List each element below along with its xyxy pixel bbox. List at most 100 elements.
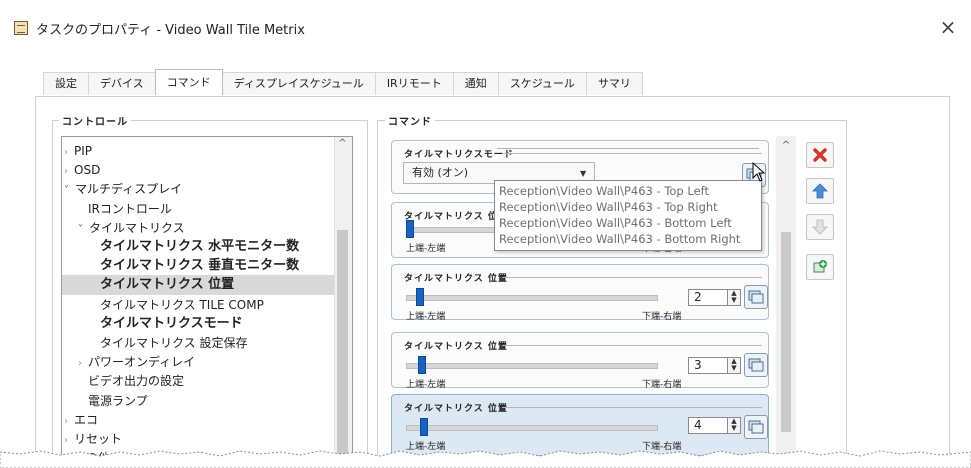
arrow-up-icon — [812, 183, 828, 199]
tree-item-label: IRコントロール — [88, 201, 172, 216]
tree-item[interactable]: ビデオ出力の設定 — [62, 371, 350, 391]
tab-devices[interactable]: デバイス — [88, 72, 156, 95]
device-tooltip: Reception\Video Wall\P463 - Top Left Rec… — [494, 180, 762, 251]
tab-summary[interactable]: サマリ — [585, 72, 643, 95]
send-icon — [748, 358, 764, 372]
tree-item[interactable]: ˅ マルチディスプレイ — [62, 179, 336, 199]
slider-min-label: 上端-左端 — [406, 244, 446, 254]
position-spin-button[interactable]: ▲ ▼ — [727, 417, 741, 434]
position-spin-button[interactable]: ▲ ▼ — [727, 289, 741, 306]
tree-item[interactable]: タイルマトリクス 垂直モニター数 — [62, 256, 352, 276]
tree-item[interactable]: › OSD — [62, 160, 336, 180]
tree-item-label: タイルマトリクス 設定保存 — [100, 336, 248, 350]
position-slider-thumb[interactable] — [416, 288, 424, 306]
position-card-title: タイルマトリクス 位置 — [404, 274, 508, 284]
tab-ir-remote[interactable]: IRリモート — [374, 72, 454, 95]
tree-item-label: タイルマトリクス 垂直モニター数 — [100, 258, 300, 274]
command-group-label: コマンド — [385, 113, 435, 128]
red-x-icon — [813, 148, 827, 162]
tree-item[interactable]: › パワーオンディレイ — [62, 352, 350, 372]
tree-item-label: タイルマトリクス 水平モニター数 — [100, 239, 300, 254]
tree-item-label: タイルマトリクスモード — [100, 315, 243, 331]
card-divider — [502, 277, 762, 278]
position-command-card[interactable]: タイルマトリクス 位置 上端-左端 下端-右端 2 ▲ ▼ — [391, 264, 769, 322]
position-slider-thumb[interactable] — [420, 418, 428, 436]
card-divider — [502, 407, 762, 408]
position-slider-thumb[interactable] — [418, 356, 426, 374]
move-up-button[interactable] — [806, 178, 834, 204]
tree-item[interactable]: › PIP — [62, 141, 336, 161]
position-send-button[interactable] — [744, 415, 768, 439]
position-value-input[interactable]: 3 — [688, 357, 730, 374]
task-properties-icon — [14, 21, 28, 35]
add-icon — [813, 260, 827, 273]
position-send-button[interactable] — [744, 353, 768, 377]
position-send-button[interactable] — [744, 285, 768, 309]
tooltip-line: Reception\Video Wall\P463 - Top Left — [499, 184, 710, 198]
card-divider — [497, 148, 759, 149]
tree-item-label: タイルマトリクス TILE COMP — [100, 297, 264, 312]
position-slider-track[interactable] — [406, 363, 658, 369]
tree-item[interactable]: タイルマトリクス 設定保存 — [62, 333, 352, 353]
tree-item-label: PIP — [74, 144, 93, 158]
command-scroll-thumb[interactable] — [781, 232, 791, 432]
tree-item-label: タイルマトリクス 位置 — [100, 277, 235, 293]
tooltip-line: Reception\Video Wall\P463 - Bottom Right — [499, 232, 741, 246]
command-scroll-up-icon[interactable]: ^ — [776, 140, 796, 154]
tooltip-line: Reception\Video Wall\P463 - Top Right — [499, 200, 718, 214]
tab-display-schedule[interactable]: ディスプレイスケジュール — [221, 72, 376, 95]
tree-scroll-thumb[interactable] — [337, 230, 348, 468]
slider-min-label: 上端-左端 — [406, 312, 446, 322]
position-spin-button[interactable]: ▲ ▼ — [727, 357, 741, 374]
tree-item-label: エコ — [74, 412, 99, 427]
tab-commands[interactable]: コマンド — [154, 69, 223, 95]
move-down-button[interactable] — [806, 214, 834, 240]
tree-item-label: タイルマトリクス — [89, 220, 185, 235]
position-slider-track[interactable] — [406, 295, 658, 301]
tree-item[interactable]: 電源ランプ — [62, 391, 350, 411]
tree-item[interactable]: ˅ タイルマトリクス — [62, 218, 350, 238]
position-command-card[interactable]: タイルマトリクス 位置 上端-左端 下端-右端 3 ▲ ▼ — [391, 332, 769, 390]
tree-item-label: パワーオンディレイ — [88, 355, 196, 370]
window-title: タスクのプロパティ - Video Wall Tile Metrix — [36, 23, 305, 38]
close-button[interactable]: × — [935, 14, 961, 40]
control-group-label: コントロール — [59, 113, 131, 128]
position-card-title: タイルマトリクス 位置 — [404, 212, 508, 222]
tab-strip: 設定 デバイス コマンド ディスプレイスケジュール IRリモート 通知 スケジュ… — [43, 69, 643, 96]
tooltip-line: Reception\Video Wall\P463 - Bottom Left — [499, 216, 732, 230]
position-slider-track[interactable] — [406, 425, 658, 431]
position-value-input[interactable]: 4 — [688, 417, 730, 434]
tree-item[interactable]: タイルマトリクス 位置 — [62, 275, 352, 296]
command-tree[interactable]: › PIP › OSD ˅ マルチディスプレイ IRコントロール ˅ タイルマトリクス タイルマト… — [61, 136, 353, 468]
tab-schedule[interactable]: スケジュール — [497, 72, 587, 95]
slider-max-label: 下端-右端 — [642, 380, 682, 390]
tree-item[interactable]: タイルマトリクスモード — [62, 314, 352, 334]
tree-item[interactable]: タイルマトリクス TILE COMP — [62, 295, 352, 315]
position-value-input[interactable]: 2 — [688, 289, 730, 306]
slider-min-label: 上端-左端 — [406, 380, 446, 390]
tree-item-label: リセット — [74, 432, 123, 446]
tree-item[interactable]: › エコ — [62, 410, 336, 430]
tree-item-label: OSD — [74, 163, 101, 178]
arrow-down-icon — [812, 219, 828, 235]
slider-max-label: 下端-右端 — [642, 312, 682, 322]
add-command-button[interactable] — [806, 254, 834, 280]
position-slider-thumb[interactable] — [406, 220, 414, 238]
tab-notifications[interactable]: 通知 — [452, 72, 499, 95]
tree-item[interactable]: IRコントロール — [62, 199, 350, 219]
chevron-down-icon[interactable]: ▼ — [580, 169, 586, 178]
torn-edge-decoration — [0, 450, 971, 468]
tree-item-label: マルチディスプレイ — [75, 182, 183, 197]
send-icon — [748, 420, 764, 434]
position-card-title: タイルマトリクス 位置 — [404, 404, 508, 414]
mouse-cursor-icon — [752, 162, 766, 182]
delete-button[interactable] — [806, 142, 834, 168]
tree-item-label: 電源ランプ — [88, 393, 148, 408]
tree-item[interactable]: タイルマトリクス 水平モニター数 — [62, 237, 352, 257]
card-divider — [502, 153, 762, 154]
card-divider — [502, 345, 762, 346]
tree-scroll-up-icon[interactable]: ^ — [334, 138, 351, 152]
send-icon — [748, 290, 764, 304]
tree-item-label: ビデオ出力の設定 — [88, 374, 185, 389]
tab-settings[interactable]: 設定 — [43, 72, 89, 95]
